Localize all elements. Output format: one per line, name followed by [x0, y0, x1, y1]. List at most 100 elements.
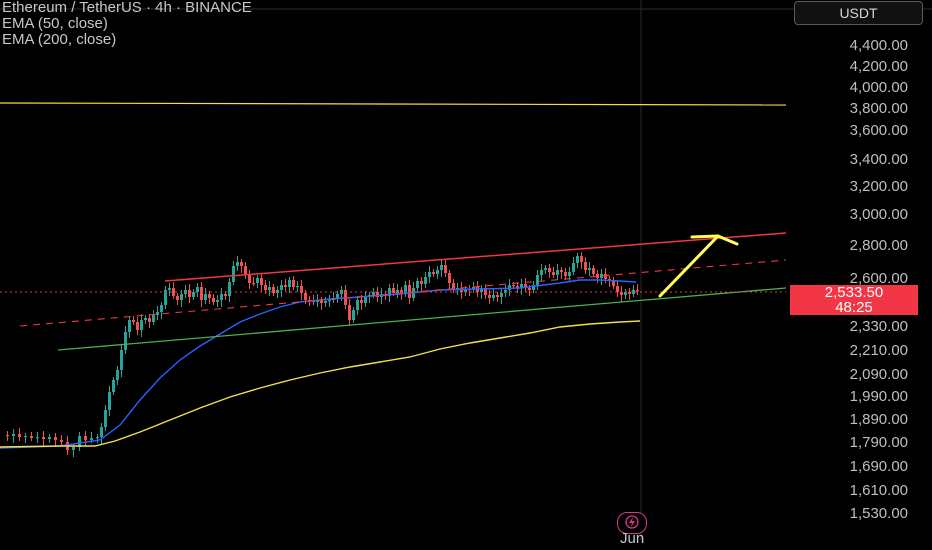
price-tick-label: 1,610.00 — [849, 482, 908, 499]
candle-body — [260, 278, 263, 285]
candle-body — [540, 270, 543, 275]
candle-body — [488, 295, 491, 298]
candle-body — [424, 277, 427, 284]
candle-body — [54, 437, 57, 440]
candle-body — [208, 294, 211, 298]
ema200-label[interactable]: EMA (200, close) — [2, 32, 252, 48]
candle-body — [360, 300, 363, 303]
upper-channel-line — [164, 232, 787, 282]
price-tick-label: 1,890.00 — [849, 411, 908, 428]
lightning-bolt-icon — [625, 515, 639, 529]
candle-body — [212, 298, 215, 302]
countdown-tag: 48:25 — [790, 300, 918, 315]
candle-body — [292, 280, 295, 287]
candle-body — [564, 272, 567, 276]
candle-body — [364, 297, 367, 303]
candle-body — [448, 273, 451, 283]
candle-body — [304, 293, 307, 300]
candle-body — [352, 310, 355, 320]
price-tick-label: 2,090.00 — [849, 366, 908, 383]
price-tick-label: 4,000.00 — [849, 79, 908, 96]
symbol-title[interactable]: Ethereum / TetherUS · 4h · BINANCE — [2, 0, 252, 16]
candle-body — [6, 435, 9, 437]
candle-body — [432, 272, 435, 274]
candle-body — [444, 265, 447, 273]
candle-body — [252, 283, 255, 285]
currency-button[interactable]: USDT — [794, 1, 923, 25]
candle-body — [36, 437, 39, 439]
candle-body — [144, 318, 147, 320]
candle-body — [636, 290, 639, 292]
candle-body — [336, 294, 339, 298]
candle-body — [328, 300, 331, 302]
candle-body — [180, 294, 183, 300]
candle-body — [18, 434, 21, 437]
candle-body — [324, 301, 327, 303]
candle-body — [96, 437, 99, 439]
candle-body — [348, 305, 351, 320]
candle-body — [288, 280, 291, 287]
candle-body — [90, 438, 93, 440]
price-tick-label: 3,000.00 — [849, 206, 908, 223]
candle-body — [116, 370, 119, 380]
candle-body — [552, 272, 555, 275]
candle-body — [204, 294, 207, 300]
price-tick-label: 3,400.00 — [849, 151, 908, 168]
candle-body — [576, 256, 579, 263]
candle-body — [140, 320, 143, 330]
candle-body — [420, 281, 423, 284]
price-tick-label: 3,800.00 — [849, 100, 908, 117]
candle-body — [416, 281, 419, 288]
candle-body — [492, 295, 495, 298]
last-price-tag: 2,533.50 — [790, 285, 918, 300]
candle-body — [30, 436, 33, 438]
candle-body — [572, 263, 575, 272]
candle-body — [236, 262, 239, 266]
candle-body — [356, 300, 359, 310]
candle-body — [272, 287, 275, 293]
candle-body — [500, 293, 503, 297]
month-label: Jun — [620, 530, 645, 547]
candle-body — [168, 288, 171, 290]
price-tick-label: 3,600.00 — [849, 122, 908, 139]
candle-body — [224, 294, 227, 296]
price-tick-label: 2,330.00 — [849, 318, 908, 335]
candle-body — [556, 270, 559, 275]
candle-body — [544, 268, 547, 270]
ema50-label[interactable]: EMA (50, close) — [2, 16, 252, 32]
candle-body — [496, 295, 499, 297]
candle-body — [100, 427, 103, 437]
price-chart[interactable] — [0, 0, 932, 550]
candle-body — [612, 281, 615, 286]
candle-body — [296, 286, 299, 288]
price-tick-label: 1,790.00 — [849, 434, 908, 451]
candle-body — [372, 292, 375, 295]
candle-body — [176, 296, 179, 300]
candle-body — [24, 436, 27, 438]
candle-body — [436, 270, 439, 274]
candle-body — [60, 440, 63, 442]
candle-body — [248, 275, 251, 283]
candle-body — [280, 285, 283, 290]
price-tick-label: 1,690.00 — [849, 458, 908, 475]
candle-body — [584, 262, 587, 270]
candle-body — [148, 318, 151, 322]
candle-body — [120, 350, 123, 370]
candle-body — [124, 332, 127, 350]
candles-group — [6, 252, 639, 457]
candle-body — [104, 410, 107, 427]
candle-body — [604, 274, 607, 279]
candle-body — [188, 290, 191, 297]
candle-body — [228, 282, 231, 296]
horizontal-resistance-line — [0, 102, 787, 106]
candle-body — [244, 266, 247, 275]
price-tick-label: 2,800.00 — [849, 237, 908, 254]
candle-body — [152, 315, 155, 322]
price-tick-label: 4,200.00 — [849, 58, 908, 75]
candle-body — [512, 285, 515, 287]
chart-legend: Ethereum / TetherUS · 4h · BINANCE EMA (… — [2, 0, 252, 48]
candle-body — [528, 288, 531, 290]
ema200-line — [0, 320, 641, 448]
candle-body — [48, 437, 51, 439]
candle-body — [264, 285, 267, 290]
